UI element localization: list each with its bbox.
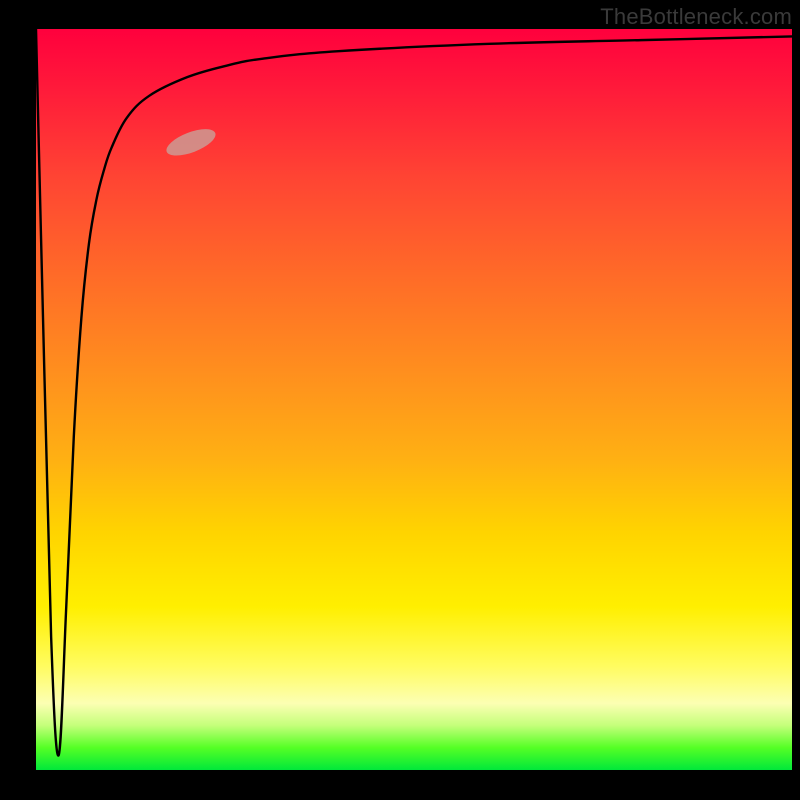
curve-marker [163, 124, 219, 161]
chart-frame: TheBottleneck.com [0, 0, 800, 800]
chart-curve-layer [36, 29, 792, 770]
attribution-text: TheBottleneck.com [600, 4, 792, 30]
bottleneck-curve [36, 29, 792, 756]
